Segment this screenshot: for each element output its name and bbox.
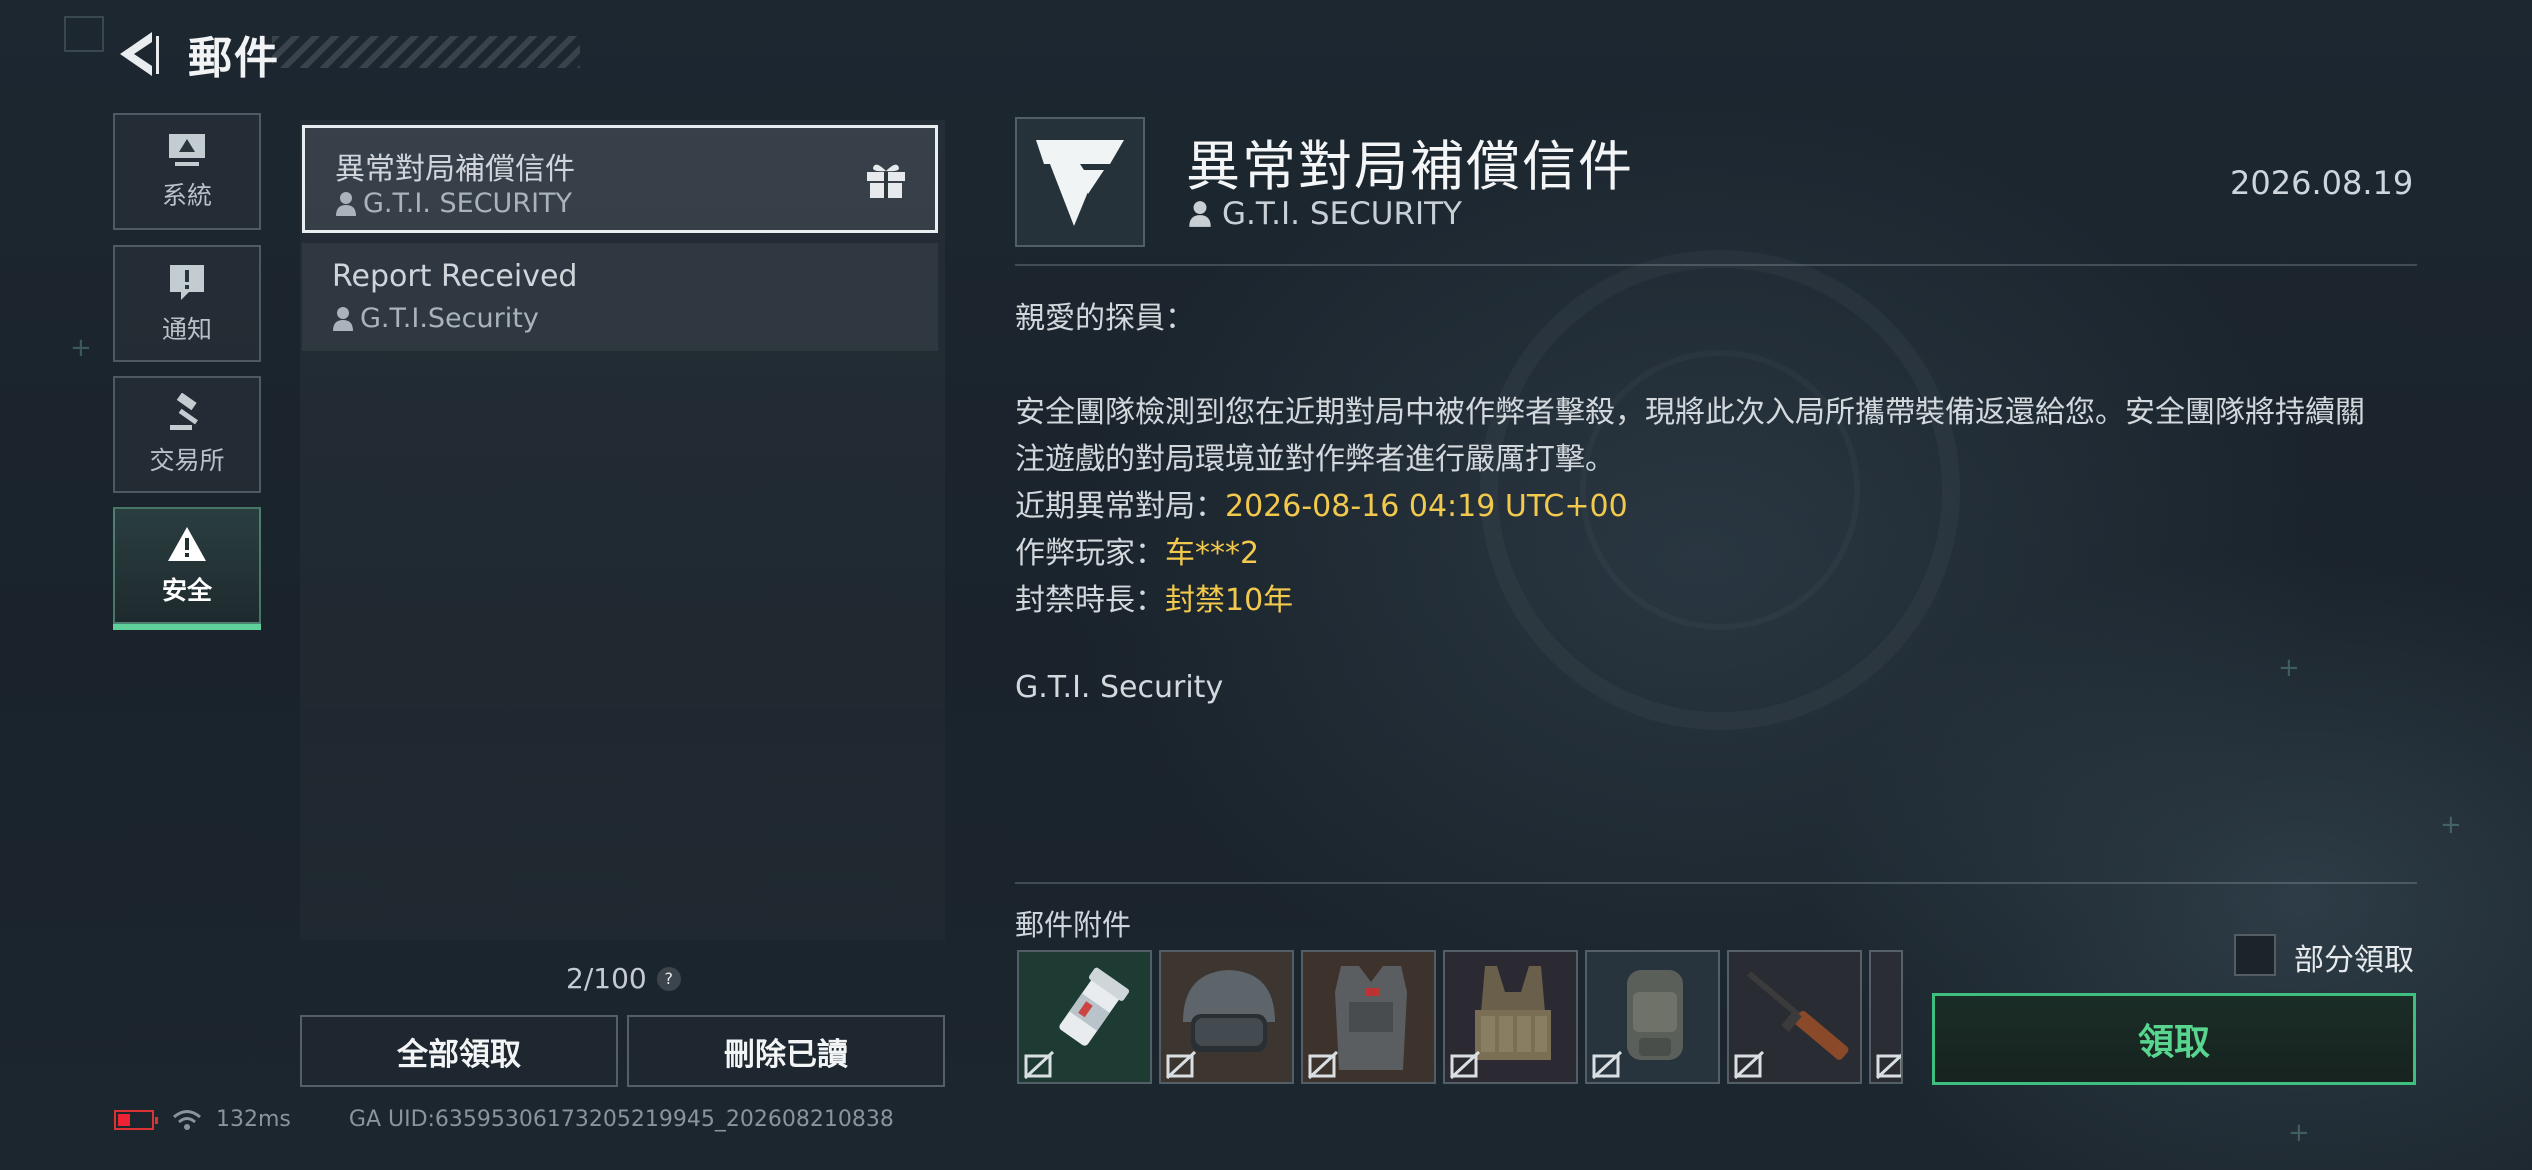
mail-greeting: 親愛的探員： (1015, 301, 1195, 336)
wifi-icon (173, 1109, 201, 1130)
person-icon (1189, 201, 1211, 227)
gift-icon (867, 164, 905, 198)
match-label: 近期異常對局： (1015, 489, 1225, 524)
help-icon[interactable]: ? (656, 966, 681, 991)
attachment-chest-rig[interactable] (1443, 950, 1578, 1084)
status-bar: 132ms GA UID:6359530617320521994​5_20260… (114, 1107, 894, 1132)
divider (1015, 264, 2417, 266)
attachment-more[interactable] (1869, 950, 1903, 1084)
cheater-label: 作弊玩家： (1015, 536, 1165, 571)
mail-date: 2026.08.19 (2230, 164, 2414, 202)
attachment-helmet[interactable] (1159, 950, 1294, 1084)
mail-item[interactable]: 異常對局補償信件 G.T.I. SECURITY (302, 125, 938, 233)
corner-decoration (64, 16, 104, 52)
no-trade-icon (1307, 1050, 1339, 1080)
divider (1015, 882, 2417, 884)
person-icon (333, 306, 353, 331)
back-arrow-icon (120, 32, 159, 76)
no-trade-icon (1023, 1050, 1055, 1080)
category-security[interactable]: 安全 (113, 507, 261, 630)
mail-sender-name: G.T.I.Security (360, 303, 539, 334)
no-trade-icon (1449, 1050, 1481, 1080)
ban-label: 封禁時長： (1015, 583, 1165, 618)
plus-decoration: + (2440, 810, 2462, 840)
ping-value: 132ms (216, 1107, 291, 1132)
gavel-icon (170, 392, 198, 430)
cheater-info: 作弊玩家：车***2 (1015, 528, 1259, 572)
partial-claim-label: 部分領取 (2294, 943, 2414, 978)
monitor-icon (169, 133, 205, 166)
delete-read-button[interactable]: 刪除已讀 (627, 1015, 945, 1087)
plus-decoration: + (70, 333, 92, 363)
back-button[interactable] (112, 26, 162, 82)
category-system[interactable]: 系統 (113, 113, 261, 230)
plus-decoration: + (2288, 1118, 2310, 1148)
category-exchange[interactable]: 交易所 (113, 376, 261, 493)
person-icon (336, 191, 356, 216)
mail-count: 2/100 ? (566, 962, 681, 995)
alert-bubble-icon (170, 264, 204, 300)
mail-detail-sender-name: G.T.I. SECURITY (1222, 196, 1462, 232)
category-label: 通知 (161, 314, 212, 344)
mail-detail-sender: G.T.I. SECURITY (1188, 196, 1462, 232)
cheater-value: 车***2 (1165, 536, 1260, 571)
no-trade-icon (1591, 1050, 1623, 1080)
attachment-rifle[interactable] (1727, 950, 1862, 1084)
mail-item[interactable]: Report Received G.T.I.Security (302, 243, 938, 351)
plus-decoration: + (2278, 653, 2300, 683)
mail-subject: 異常對局補償信件 (335, 152, 575, 187)
attachment-armor-vest[interactable] (1301, 950, 1436, 1084)
uid-text: GA UID:6359530617320521994​5_20260821083… (348, 1107, 894, 1132)
lightning-shield-icon (1036, 140, 1124, 226)
no-trade-icon (1733, 1050, 1765, 1080)
sender-logo (1015, 117, 1145, 247)
warning-triangle-icon (168, 526, 206, 561)
category-label: 安全 (161, 575, 212, 605)
mail-body-line: 注遊戲的對局環境並對作弊者進行嚴厲打擊。 (1015, 442, 1615, 477)
mail-body-line: 安全團隊檢測到您在近期對局中被作弊者擊殺，現將此次入局所攜帶裝備返還給您。安全團… (1015, 395, 2365, 430)
category-label: 交易所 (149, 445, 225, 475)
no-trade-icon (1165, 1050, 1197, 1080)
claim-all-button[interactable]: 全部領取 (300, 1015, 618, 1087)
header-stripes (272, 36, 580, 68)
match-info: 近期異常對局：2026-08-16 04:19 UTC+00 (1015, 481, 1628, 525)
ban-value: 封禁10年 (1165, 583, 1294, 618)
category-notice[interactable]: 通知 (113, 245, 261, 362)
mail-title: 異常對局補償信件 (1186, 135, 1634, 198)
mail-count-value: 2/100 (566, 962, 647, 995)
mail-sender: G.T.I. SECURITY (335, 188, 572, 219)
attachments-label: 郵件附件 (1015, 908, 1132, 942)
match-value: 2026-08-16 04:19 UTC+00 (1225, 489, 1628, 524)
claim-button[interactable]: 領取 (1932, 993, 2416, 1085)
attachment-pill-bottle[interactable] (1017, 950, 1152, 1084)
partial-claim-checkbox[interactable] (2234, 934, 2276, 976)
category-label: 系統 (161, 180, 212, 210)
ban-info: 封禁時長：封禁10年 (1015, 575, 1293, 619)
page-title: 郵件 (188, 33, 280, 84)
mail-subject: Report Received (332, 259, 578, 294)
battery-icon (114, 1109, 158, 1130)
mail-sender-name: G.T.I. SECURITY (363, 188, 573, 219)
mail-signature: G.T.I. Security (1015, 670, 1224, 705)
attachment-backpack[interactable] (1585, 950, 1720, 1084)
no-trade-icon (1875, 1053, 1901, 1080)
mail-sender: G.T.I.Security (332, 303, 539, 334)
